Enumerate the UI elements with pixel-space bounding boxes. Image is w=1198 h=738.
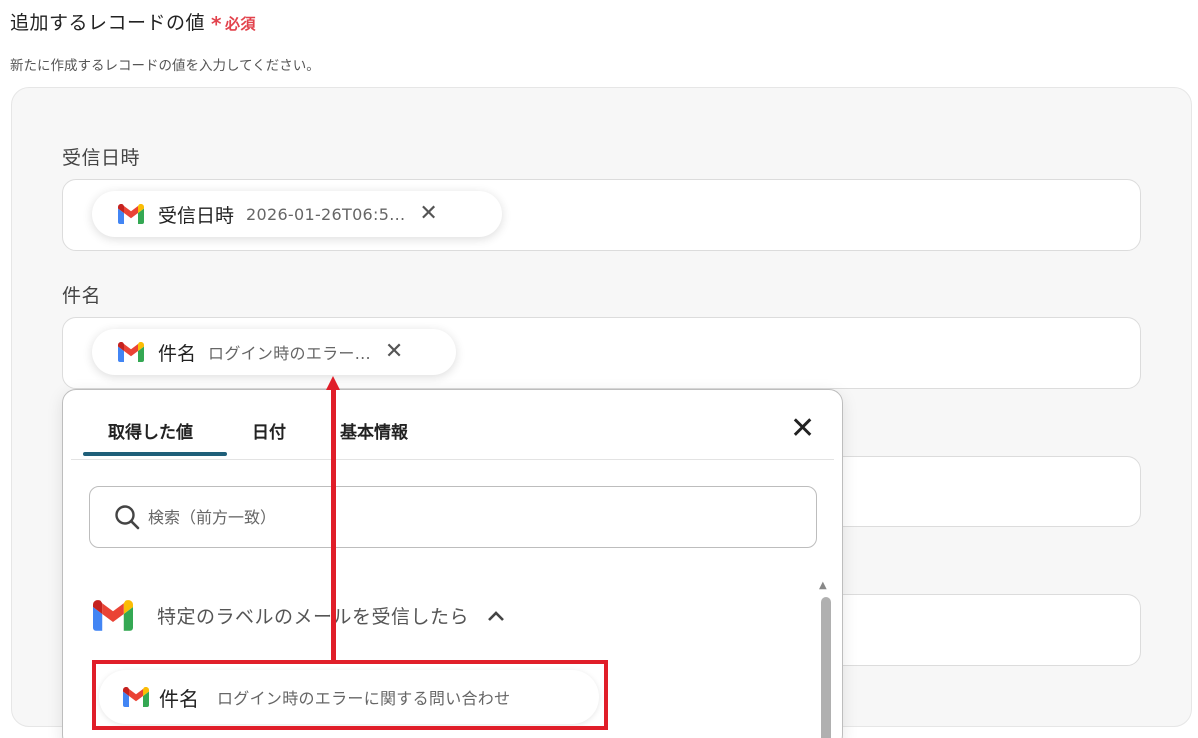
chip-value: 2026-01-26T06:5... bbox=[246, 204, 406, 224]
gmail-icon bbox=[118, 204, 144, 224]
section-title: 追加するレコードの値 * 必須 bbox=[10, 8, 256, 36]
highlight-box bbox=[92, 660, 608, 730]
tab-basic-info[interactable]: 基本情報 bbox=[340, 418, 408, 443]
scroll-up-arrow[interactable]: ▲ bbox=[819, 580, 827, 591]
active-tab-indicator bbox=[83, 452, 227, 456]
required-label: 必須 bbox=[224, 15, 256, 33]
close-icon[interactable]: ✕ bbox=[790, 414, 815, 444]
annotation-arrow-line bbox=[331, 388, 336, 662]
field-label-subject: 件名 bbox=[62, 285, 102, 307]
required-star: * bbox=[211, 12, 222, 36]
close-icon[interactable]: ✕ bbox=[419, 203, 437, 225]
annotation-arrow-head bbox=[326, 376, 340, 390]
chip-label: 件名 bbox=[158, 342, 197, 365]
field-received-at-input[interactable]: 受信日時 2026-01-26T06:5... ✕ bbox=[62, 179, 1141, 251]
search-input[interactable] bbox=[148, 507, 708, 527]
tab-divider bbox=[71, 459, 834, 460]
required-badge: * 必須 bbox=[211, 12, 256, 36]
section-description: 新たに作成するレコードの値を入力してください。 bbox=[10, 58, 320, 74]
value-chip-received-at[interactable]: 受信日時 2026-01-26T06:5... ✕ bbox=[92, 191, 502, 237]
chip-value: ログイン時のエラー... bbox=[208, 344, 371, 363]
section-title-text: 追加するレコードの値 bbox=[10, 12, 206, 34]
group-title: 特定のラベルのメールを受信したら bbox=[157, 606, 470, 628]
value-chip-subject[interactable]: 件名 ログイン時のエラー... ✕ bbox=[92, 329, 456, 375]
field-subject-input[interactable]: 件名 ログイン時のエラー... ✕ bbox=[62, 317, 1141, 389]
gmail-icon bbox=[93, 600, 133, 631]
trigger-group-header[interactable]: 特定のラベルのメールを受信したら bbox=[93, 600, 505, 631]
gmail-icon bbox=[118, 342, 144, 362]
search-box[interactable] bbox=[89, 486, 817, 548]
field-label-received-at: 受信日時 bbox=[62, 147, 141, 169]
scrollbar-thumb[interactable] bbox=[821, 597, 831, 738]
chevron-up-icon[interactable] bbox=[487, 610, 505, 622]
search-icon bbox=[115, 505, 140, 530]
chip-label: 受信日時 bbox=[158, 204, 235, 227]
tab-date[interactable]: 日付 bbox=[252, 418, 286, 443]
close-icon[interactable]: ✕ bbox=[385, 341, 403, 363]
tab-acquired-values[interactable]: 取得した値 bbox=[108, 418, 193, 443]
